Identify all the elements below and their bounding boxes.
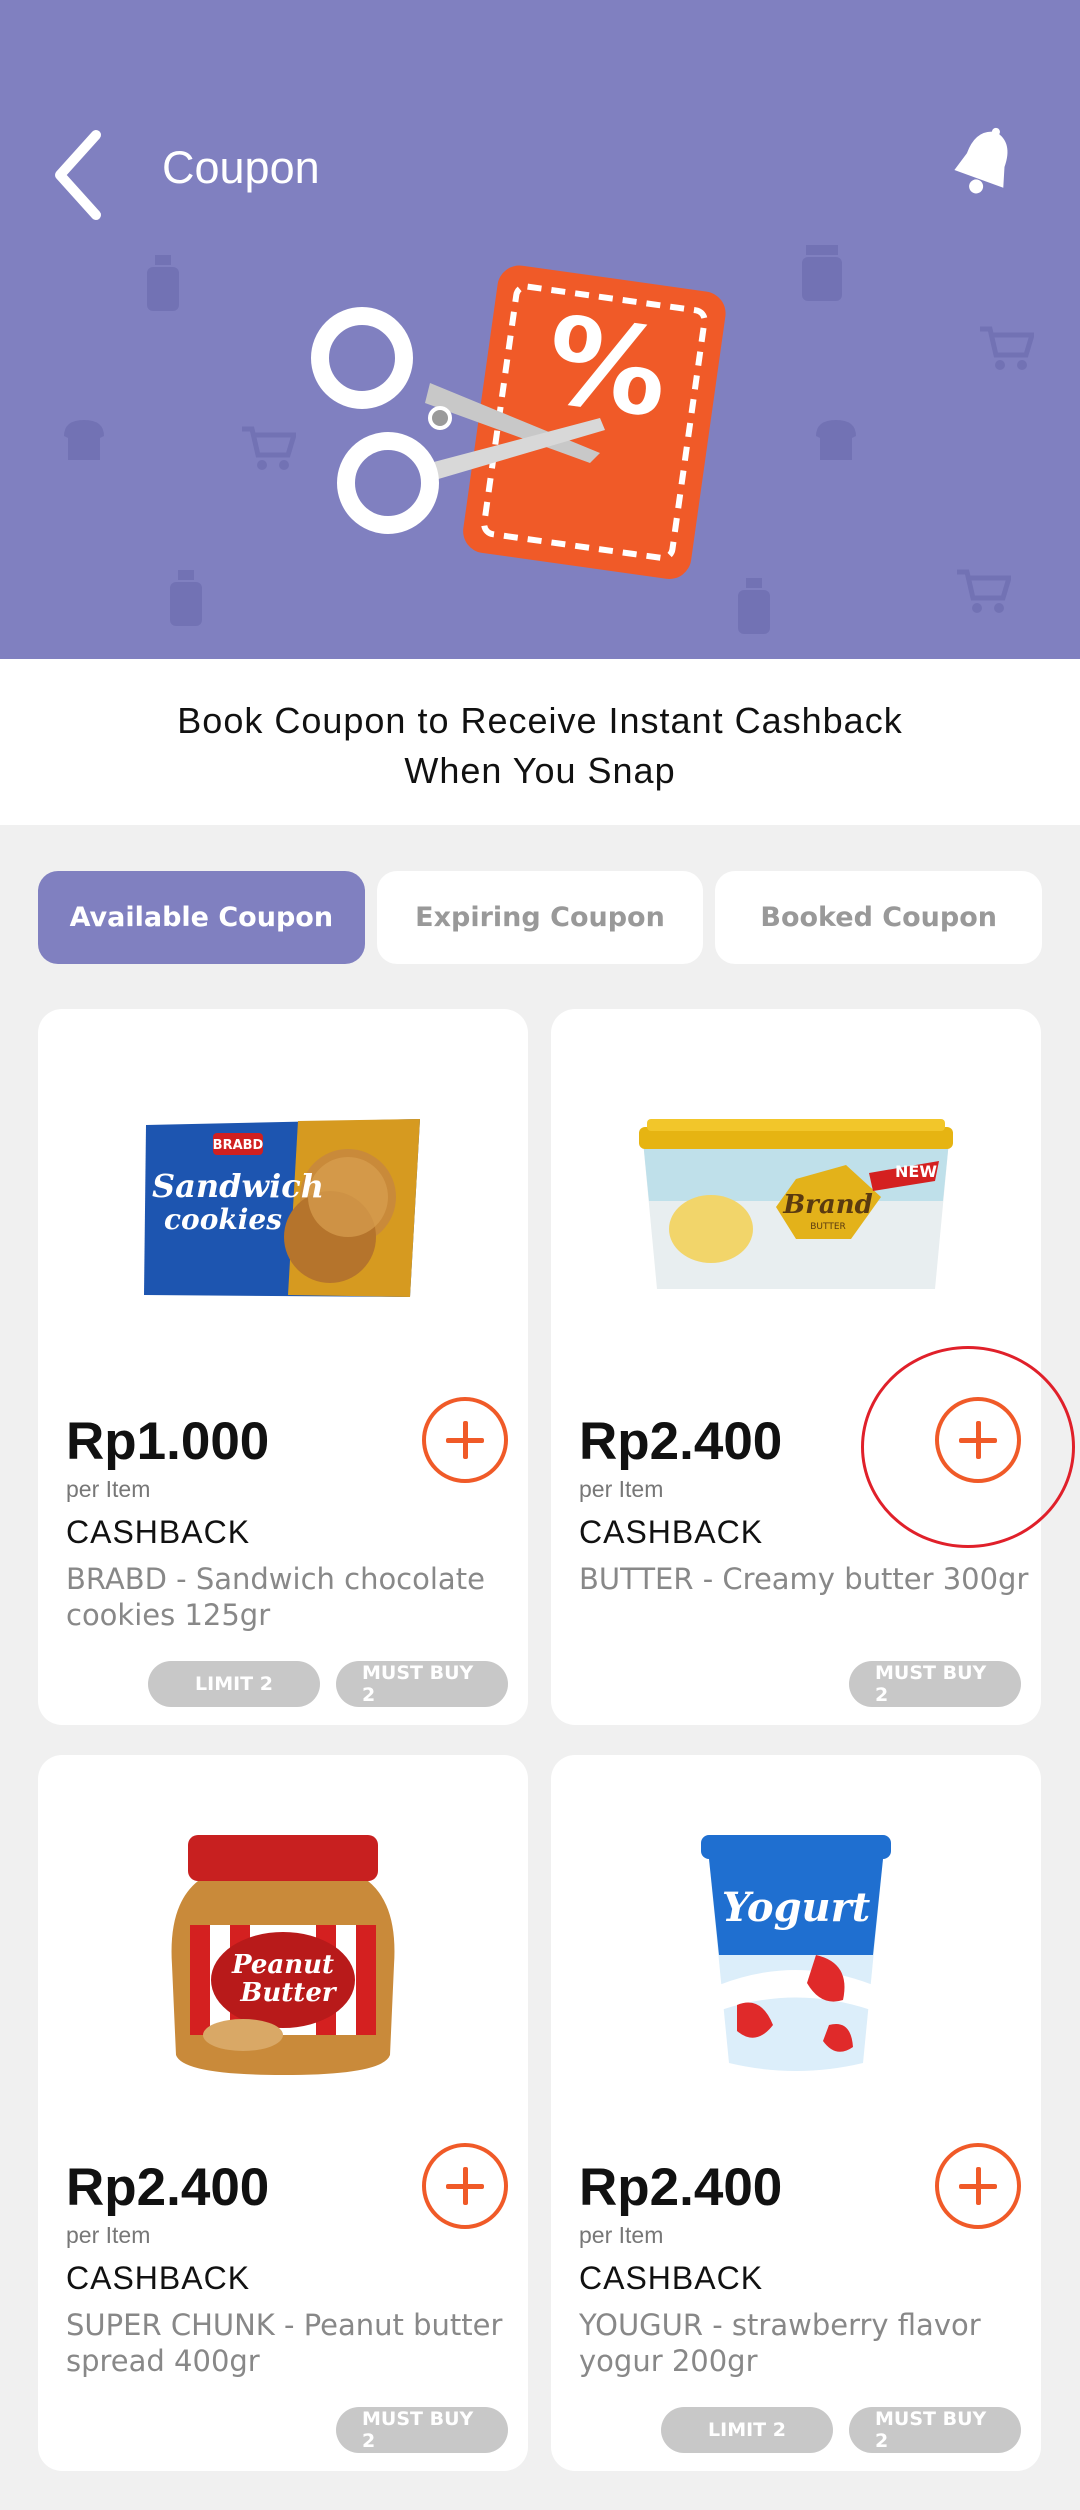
- coupon-card[interactable]: Yogurt Rp2.400 per Item CASHBACK YOUGUR …: [551, 1755, 1041, 2471]
- peanut-butter-jar-image: Peanut Butter: [171, 1835, 395, 2075]
- coupon-card[interactable]: BRABD Sandwich cookies Rp1.000 per Item …: [38, 1009, 528, 1725]
- svg-text:BUTTER: BUTTER: [810, 1222, 846, 1232]
- svg-text:Brand: Brand: [782, 1190, 873, 1220]
- strawberry-yogurt-image: Yogurt: [701, 1835, 891, 2071]
- cashback-price: Rp1.000: [66, 1412, 270, 1471]
- per-item-label: per Item: [66, 1476, 151, 1502]
- badge-group: LIMIT 2 MUST BUY 2: [661, 2407, 1021, 2453]
- header: Coupon %: [0, 0, 1080, 659]
- svg-text:Butter: Butter: [239, 1978, 337, 2008]
- cashback-label: CASHBACK: [66, 2260, 251, 2296]
- product-description: SUPER CHUNK - Peanut butter spread 400gr: [66, 2308, 503, 2378]
- butter-tub-image: Brand BUTTER NEW: [639, 1119, 953, 1289]
- coupon-tabs: Available Coupon Expiring Coupon Booked …: [38, 871, 1043, 964]
- limit-badge: LIMIT 2: [148, 1661, 320, 1707]
- svg-text:Peanut: Peanut: [231, 1950, 334, 1980]
- coupon-scissors-illustration: %: [311, 265, 726, 580]
- jar-bg-icon: [802, 245, 842, 301]
- svg-text:%: %: [538, 291, 676, 445]
- must-buy-badge: MUST BUY 2: [336, 2407, 508, 2453]
- page-title: Coupon: [162, 142, 320, 193]
- bottle-bg-icon: [170, 570, 202, 626]
- banner-line-2: When You Snap: [404, 750, 676, 791]
- tab-expiring-coupon[interactable]: Expiring Coupon: [376, 871, 704, 964]
- badge-group: MUST BUY 2: [849, 1661, 1021, 1707]
- per-item-label: per Item: [579, 2222, 664, 2248]
- must-buy-badge: MUST BUY 2: [849, 2407, 1021, 2453]
- product-description: YOUGUR - strawberry flavor yogur 200gr: [579, 2308, 981, 2378]
- cashback-price: Rp2.400: [579, 2158, 783, 2217]
- must-buy-badge: MUST BUY 2: [336, 1661, 508, 1707]
- banner-line-1: Book Coupon to Receive Instant Cashback: [177, 700, 903, 741]
- product-description: BRABD - Sandwich chocolate cookies 125gr: [66, 1562, 485, 1632]
- cashback-label: CASHBACK: [579, 2260, 764, 2296]
- bread-bg-icon: [64, 420, 104, 460]
- per-item-label: per Item: [66, 2222, 151, 2248]
- add-coupon-button[interactable]: [935, 2143, 1021, 2229]
- sandwich-cookies-image: BRABD Sandwich cookies: [144, 1119, 420, 1297]
- limit-badge: LIMIT 2: [661, 2407, 833, 2453]
- must-buy-badge: MUST BUY 2: [849, 1661, 1021, 1707]
- add-coupon-button[interactable]: [422, 1397, 508, 1483]
- cart-bg-icon: [957, 569, 1011, 613]
- svg-text:cookies: cookies: [164, 1203, 282, 1236]
- svg-text:Yogurt: Yogurt: [722, 1884, 871, 1931]
- tab-booked-coupon[interactable]: Booked Coupon: [715, 871, 1043, 964]
- cart-bg-icon: [242, 426, 296, 470]
- badge-group: MUST BUY 2: [336, 2407, 508, 2453]
- bell-icon[interactable]: [945, 122, 1025, 202]
- svg-text:Sandwich: Sandwich: [152, 1167, 324, 1205]
- bread-bg-icon: [816, 420, 856, 460]
- product-description: BUTTER - Creamy butter 300gr: [579, 1562, 1029, 1596]
- cashback-banner: Book Coupon to Receive Instant Cashback …: [0, 659, 1080, 825]
- bottle-bg-icon: [147, 255, 179, 311]
- cashback-label: CASHBACK: [579, 1514, 764, 1550]
- coupon-card[interactable]: Peanut Butter Rp2.400 per Item CASHBACK …: [38, 1755, 528, 2471]
- back-chevron-icon[interactable]: [50, 125, 110, 225]
- add-coupon-button[interactable]: [422, 2143, 508, 2229]
- badge-group: LIMIT 2 MUST BUY 2: [148, 1661, 508, 1707]
- coupon-card[interactable]: Brand BUTTER NEW Rp2.400 per Item CASHBA…: [551, 1009, 1041, 1725]
- tab-available-coupon[interactable]: Available Coupon: [38, 871, 365, 964]
- svg-text:BRABD: BRABD: [213, 1138, 264, 1153]
- cashback-price: Rp2.400: [66, 2158, 270, 2217]
- cashback-label: CASHBACK: [66, 1514, 251, 1550]
- cart-bg-icon: [980, 326, 1034, 370]
- cashback-price: Rp2.400: [579, 1412, 783, 1471]
- add-coupon-button[interactable]: [935, 1397, 1021, 1483]
- svg-text:NEW: NEW: [895, 1162, 937, 1181]
- per-item-label: per Item: [579, 1476, 664, 1502]
